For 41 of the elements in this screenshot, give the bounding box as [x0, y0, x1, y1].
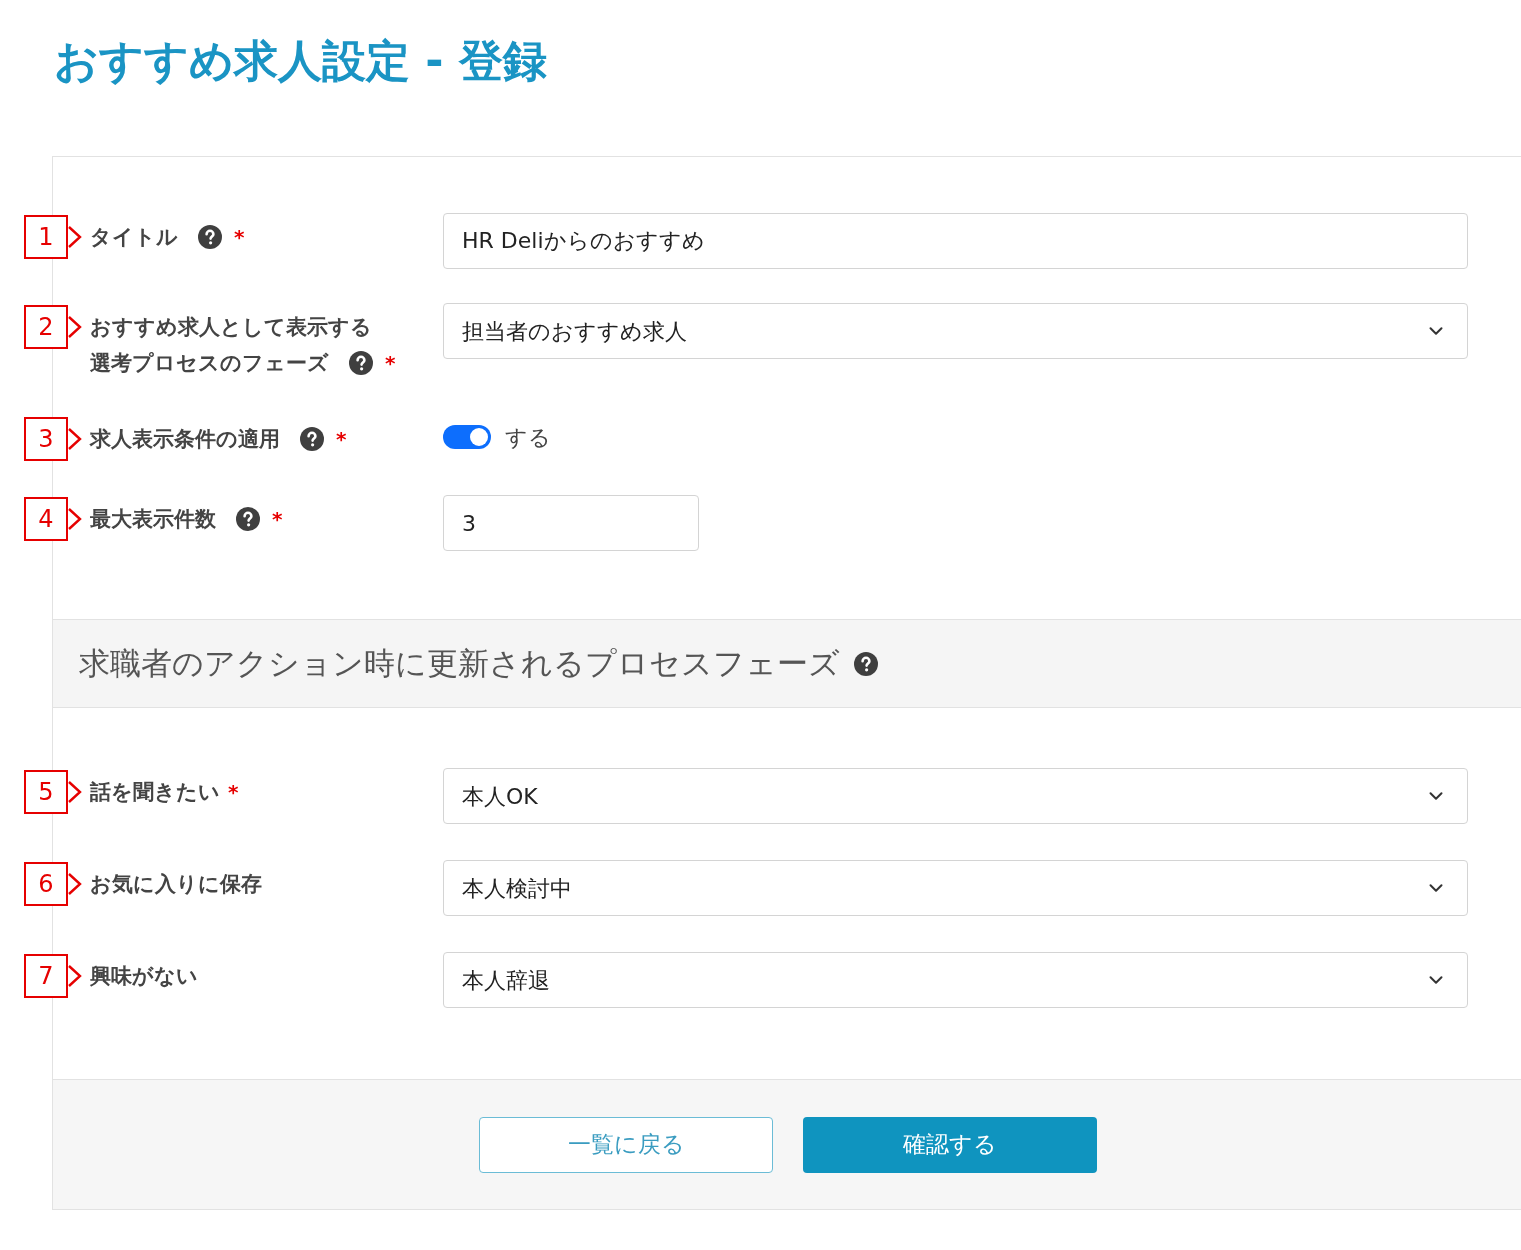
- required-mark: *: [228, 779, 239, 806]
- field-label: お気に入りに保存: [90, 871, 262, 898]
- callout-number: 2: [24, 305, 68, 349]
- number-input[interactable]: 3: [443, 495, 699, 551]
- required-mark: *: [234, 224, 245, 251]
- toggle-switch[interactable]: [443, 425, 491, 449]
- section-title: 求職者のアクション時に更新されるプロセスフェーズ: [79, 644, 840, 684]
- field-label: おすすめ求人として表示する: [90, 315, 372, 339]
- callout-number: 7: [24, 954, 68, 998]
- field-label: 興味がない: [90, 963, 198, 990]
- page-title: おすすめ求人設定 - 登録: [53, 34, 548, 88]
- callout-number: 4: [24, 497, 68, 541]
- field-label: 最大表示件数: [90, 506, 216, 533]
- pointer-icon: [68, 780, 82, 804]
- select-value: 本人検討中: [462, 874, 572, 903]
- select-field[interactable]: 本人辞退: [443, 952, 1468, 1008]
- pointer-icon: [68, 872, 82, 896]
- pointer-icon: [68, 315, 82, 339]
- required-mark: *: [385, 350, 396, 377]
- required-mark: *: [336, 426, 347, 453]
- field-label: 話を聞きたい: [90, 779, 220, 806]
- select-field[interactable]: 担当者のおすすめ求人: [443, 303, 1468, 359]
- field-label: 選考プロセスのフェーズ: [90, 350, 329, 377]
- select-value: 本人OK: [462, 782, 538, 811]
- pointer-icon: [68, 225, 82, 249]
- select-value: 本人辞退: [462, 966, 550, 995]
- callout-number: 5: [24, 770, 68, 814]
- callout-number: 3: [24, 417, 68, 461]
- select-value: 担当者のおすすめ求人: [462, 317, 687, 346]
- pointer-icon: [68, 507, 82, 531]
- title-input[interactable]: HR Deliからのおすすめ: [443, 213, 1468, 269]
- pointer-icon: [68, 964, 82, 988]
- toggle-label: する: [505, 423, 551, 452]
- required-mark: *: [272, 506, 283, 533]
- field-label: タイトル: [90, 224, 178, 251]
- field-label: 求人表示条件の適用: [90, 426, 280, 453]
- select-field[interactable]: 本人検討中: [443, 860, 1468, 916]
- callout-number: 1: [24, 215, 68, 259]
- pointer-icon: [68, 427, 82, 451]
- callout-number: 6: [24, 862, 68, 906]
- select-field[interactable]: 本人OK: [443, 768, 1468, 824]
